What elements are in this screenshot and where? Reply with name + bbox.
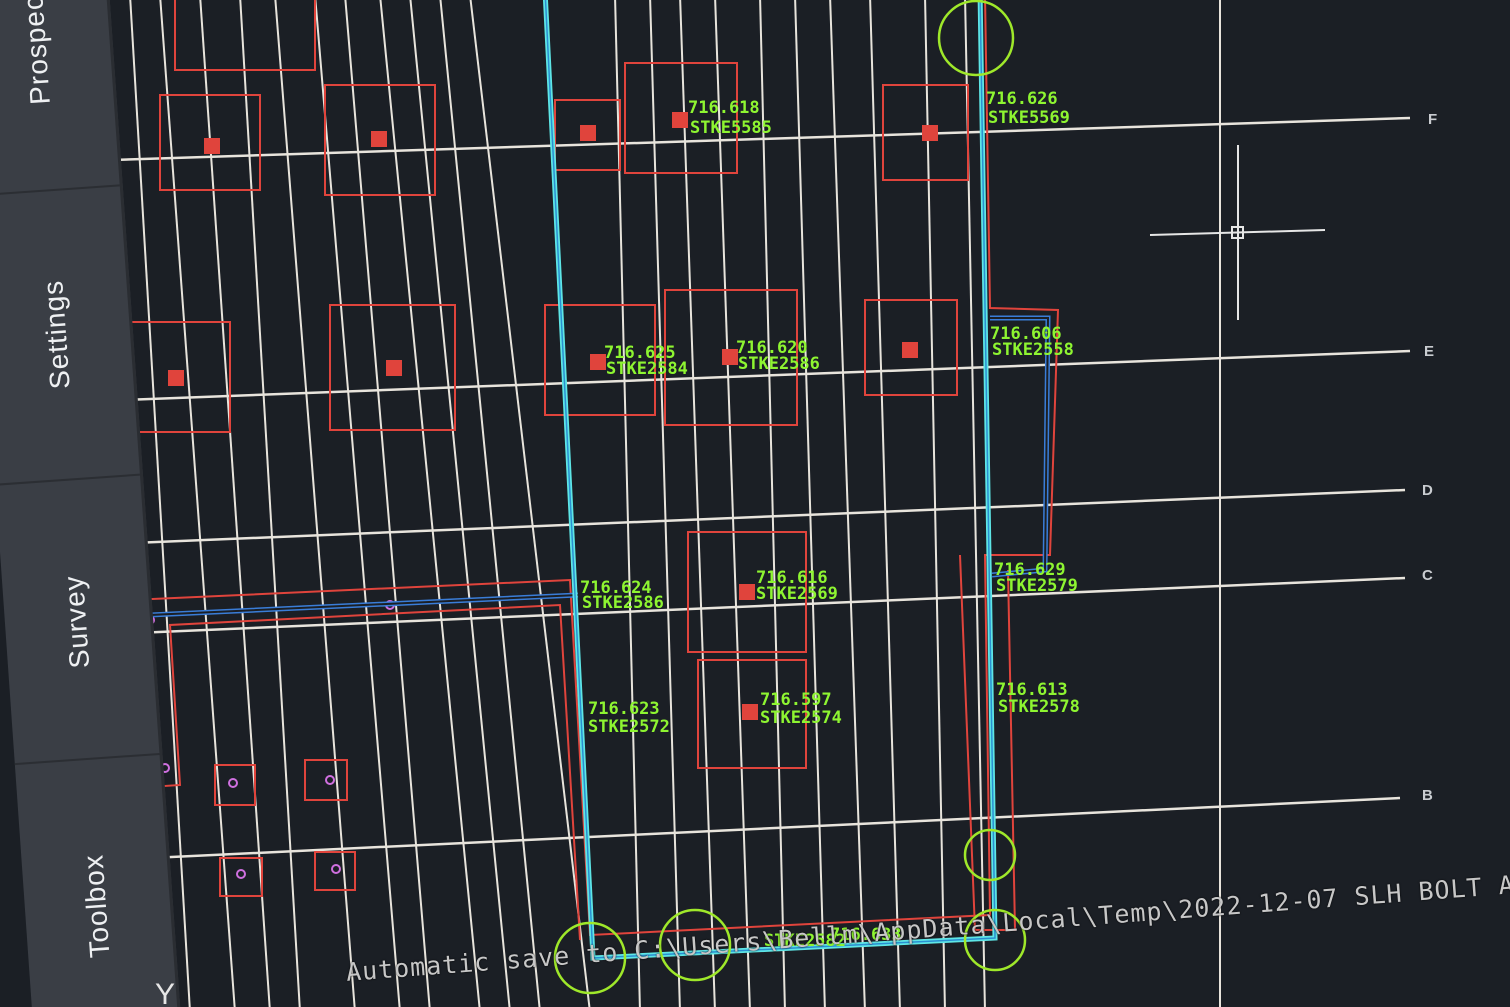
annotation-716-625: 716.625 STKE2584 bbox=[604, 343, 688, 379]
drawing-canvas[interactable]: F E D C B 716.618 STKE5585 716.626 STKE5… bbox=[0, 0, 1510, 1007]
survey-point bbox=[228, 778, 238, 788]
point-id-label: STKE2572 bbox=[588, 717, 670, 737]
annotation-716-613: 716.613 STKE2578 bbox=[996, 680, 1080, 717]
footing-outline bbox=[174, 0, 316, 71]
grid-line bbox=[794, 0, 826, 1007]
tab-toolbox[interactable]: Toolbox bbox=[14, 752, 179, 1007]
bolt-marker bbox=[922, 125, 938, 141]
point-id-label: STKE5569 bbox=[988, 108, 1070, 128]
point-circle bbox=[937, 0, 1015, 77]
tab-label: Prospect bbox=[16, 0, 56, 106]
axis-label-f: F bbox=[1428, 111, 1437, 128]
annotation-716-626: 716.626 STKE5569 bbox=[986, 89, 1070, 128]
annotation-716-623: 716.623 STKE2572 bbox=[588, 699, 670, 737]
crosshair-cursor bbox=[1149, 145, 1326, 320]
annotation-716-618: 716.618 STKE5585 bbox=[688, 98, 772, 138]
survey-paths bbox=[104, 0, 1051, 961]
bolt-marker bbox=[902, 342, 918, 358]
annotation-716-597: 716.597 STKE2574 bbox=[760, 690, 842, 728]
elevation-label: 716.618 bbox=[688, 98, 760, 118]
bolt-marker bbox=[739, 584, 755, 600]
bolt-marker bbox=[742, 704, 758, 720]
survey-point bbox=[236, 869, 246, 879]
point-id-label: STKE2584 bbox=[606, 359, 688, 379]
survey-point bbox=[331, 864, 341, 874]
point-id-label: STKE2586 bbox=[738, 354, 820, 374]
grid-line bbox=[869, 0, 901, 1007]
footing-outline bbox=[314, 851, 356, 891]
grid-line bbox=[759, 0, 786, 1007]
axis-label-d: D bbox=[1422, 482, 1433, 499]
grid-line bbox=[614, 0, 641, 1007]
point-id-label: STKE2569 bbox=[756, 584, 838, 604]
grid-line bbox=[829, 0, 866, 1007]
annotation-716-620: 716.620 STKE2586 bbox=[736, 338, 820, 374]
elevation-label: 716.597 bbox=[760, 690, 832, 710]
annotation-716-629: 716.629 STKE2579 bbox=[994, 560, 1078, 596]
bolt-marker bbox=[204, 138, 220, 154]
grid-line bbox=[439, 0, 541, 1007]
point-id-label: STKE2574 bbox=[760, 708, 842, 728]
grid-line bbox=[109, 796, 1401, 862]
survey-point bbox=[325, 775, 335, 785]
axis-label-c: C bbox=[1422, 567, 1433, 584]
footing-outline bbox=[214, 764, 256, 806]
bolt-marker bbox=[672, 112, 688, 128]
cad-viewport[interactable]: F E D C B 716.618 STKE5585 716.626 STKE5… bbox=[0, 0, 1510, 1007]
axis-labels: F E D C B bbox=[1422, 111, 1437, 804]
bolt-marker bbox=[580, 125, 596, 141]
point-id-label: STKE2586 bbox=[582, 593, 664, 613]
axis-label-e: E bbox=[1424, 343, 1434, 360]
bolt-marker bbox=[386, 360, 402, 376]
bolt-marker bbox=[371, 131, 387, 147]
point-id-label: STKE2579 bbox=[996, 576, 1078, 596]
point-id-label: STKE5585 bbox=[690, 118, 772, 138]
point-id-label: STKE2578 bbox=[998, 697, 1080, 717]
grid-line bbox=[239, 0, 301, 1007]
grid-line bbox=[679, 0, 716, 1007]
elevation-label: 716.623 bbox=[588, 699, 660, 719]
grid-line bbox=[714, 0, 751, 1007]
elevation-label: 716.626 bbox=[986, 89, 1058, 109]
annotation-716-616: 716.616 STKE2569 bbox=[756, 568, 838, 604]
grid-line bbox=[84, 488, 1406, 547]
axis-label-b: B bbox=[1422, 787, 1433, 804]
point-id-label: STKE2558 bbox=[992, 340, 1074, 360]
bolt-marker bbox=[168, 370, 184, 386]
annotation-716-606: 716.606 STKE2558 bbox=[990, 324, 1074, 360]
grid-line bbox=[924, 0, 946, 1007]
annotation-716-624: 716.624 STKE2586 bbox=[580, 578, 664, 613]
grid-line bbox=[649, 0, 681, 1007]
ucs-y-axis-label: Y bbox=[155, 978, 176, 1007]
